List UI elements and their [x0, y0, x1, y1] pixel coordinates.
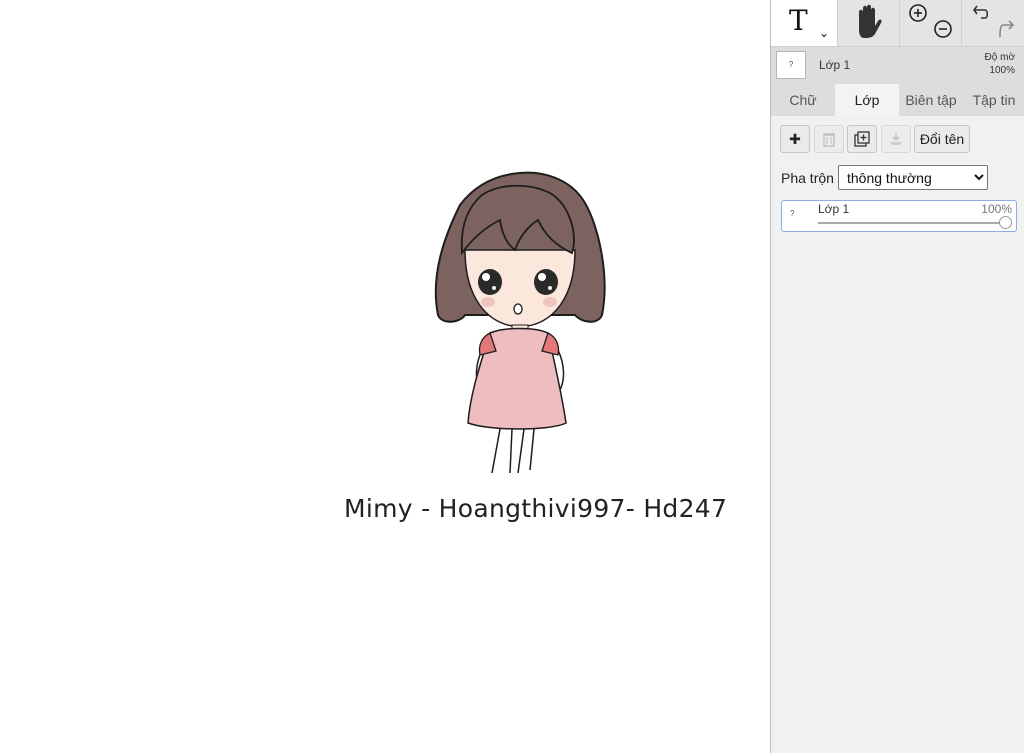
opacity-readout: Độ mờ 100% — [985, 51, 1015, 77]
duplicate-layer-button[interactable] — [847, 125, 877, 153]
layer-panel-content: ✚ Đổi tên Pha trộn thông thường ? Lớp 1 … — [771, 116, 1024, 753]
history-tools — [961, 0, 1024, 46]
tab-text[interactable]: Chữ — [771, 84, 835, 116]
blend-mode-select[interactable]: thông thường — [838, 165, 988, 190]
layer-thumbnail: ? — [776, 51, 806, 79]
layer-row-opacity: 100% — [981, 202, 1012, 216]
delete-layer-button[interactable] — [814, 125, 844, 153]
toolbar: T ⌄ — [771, 0, 1024, 47]
panel-tabs: Chữ Lớp Biên tập Tập tin — [771, 84, 1024, 116]
duplicate-icon — [854, 131, 870, 147]
redo-icon[interactable] — [995, 17, 1017, 39]
merge-down-button[interactable] — [881, 125, 911, 153]
tab-edit[interactable]: Biên tập — [899, 84, 963, 116]
text-tool-label: T — [789, 4, 808, 37]
chibi-girl-drawing — [434, 171, 606, 474]
opacity-value: 100% — [989, 65, 1015, 76]
hand-icon — [859, 4, 882, 38]
opacity-label: Độ mờ — [984, 52, 1015, 63]
text-tool-button[interactable]: T ⌄ — [771, 0, 838, 46]
drawing-canvas[interactable]: Mimy - Hoangthivi997- Hd247 — [0, 0, 770, 753]
layer-row-name: Lớp 1 — [818, 202, 850, 216]
add-layer-button[interactable]: ✚ — [780, 125, 810, 153]
layer-opacity-slider-handle[interactable] — [999, 216, 1012, 229]
blend-mode-label: Pha trộn — [781, 170, 834, 186]
undo-icon[interactable] — [971, 2, 993, 24]
chevron-down-icon[interactable]: ⌄ — [819, 26, 829, 40]
tab-file[interactable]: Tập tin — [963, 84, 1024, 116]
merge-down-icon — [890, 133, 902, 145]
drawing-caption: Mimy - Hoangthivi997- Hd247 — [344, 494, 728, 523]
hand-tool-button[interactable] — [837, 0, 900, 46]
zoom-in-icon[interactable] — [907, 2, 929, 24]
rename-layer-button[interactable]: Đổi tên — [914, 125, 970, 153]
layer-list-item[interactable]: ? Lớp 1 100% — [781, 200, 1017, 232]
layer-row-thumbnail: ? — [790, 209, 795, 218]
zoom-tools — [899, 0, 962, 46]
current-layer-info: ? Lớp 1 Độ mờ 100% — [771, 46, 1024, 84]
side-panel: T ⌄ ? Lớp 1 Độ mờ 100% Chữ Lớp Biên tập … — [770, 0, 1024, 753]
zoom-out-icon[interactable] — [932, 18, 954, 40]
trash-icon — [823, 133, 835, 147]
tab-layer[interactable]: Lớp — [835, 84, 899, 116]
current-layer-name: Lớp 1 — [819, 58, 851, 72]
layer-opacity-slider-track[interactable] — [818, 222, 1006, 224]
